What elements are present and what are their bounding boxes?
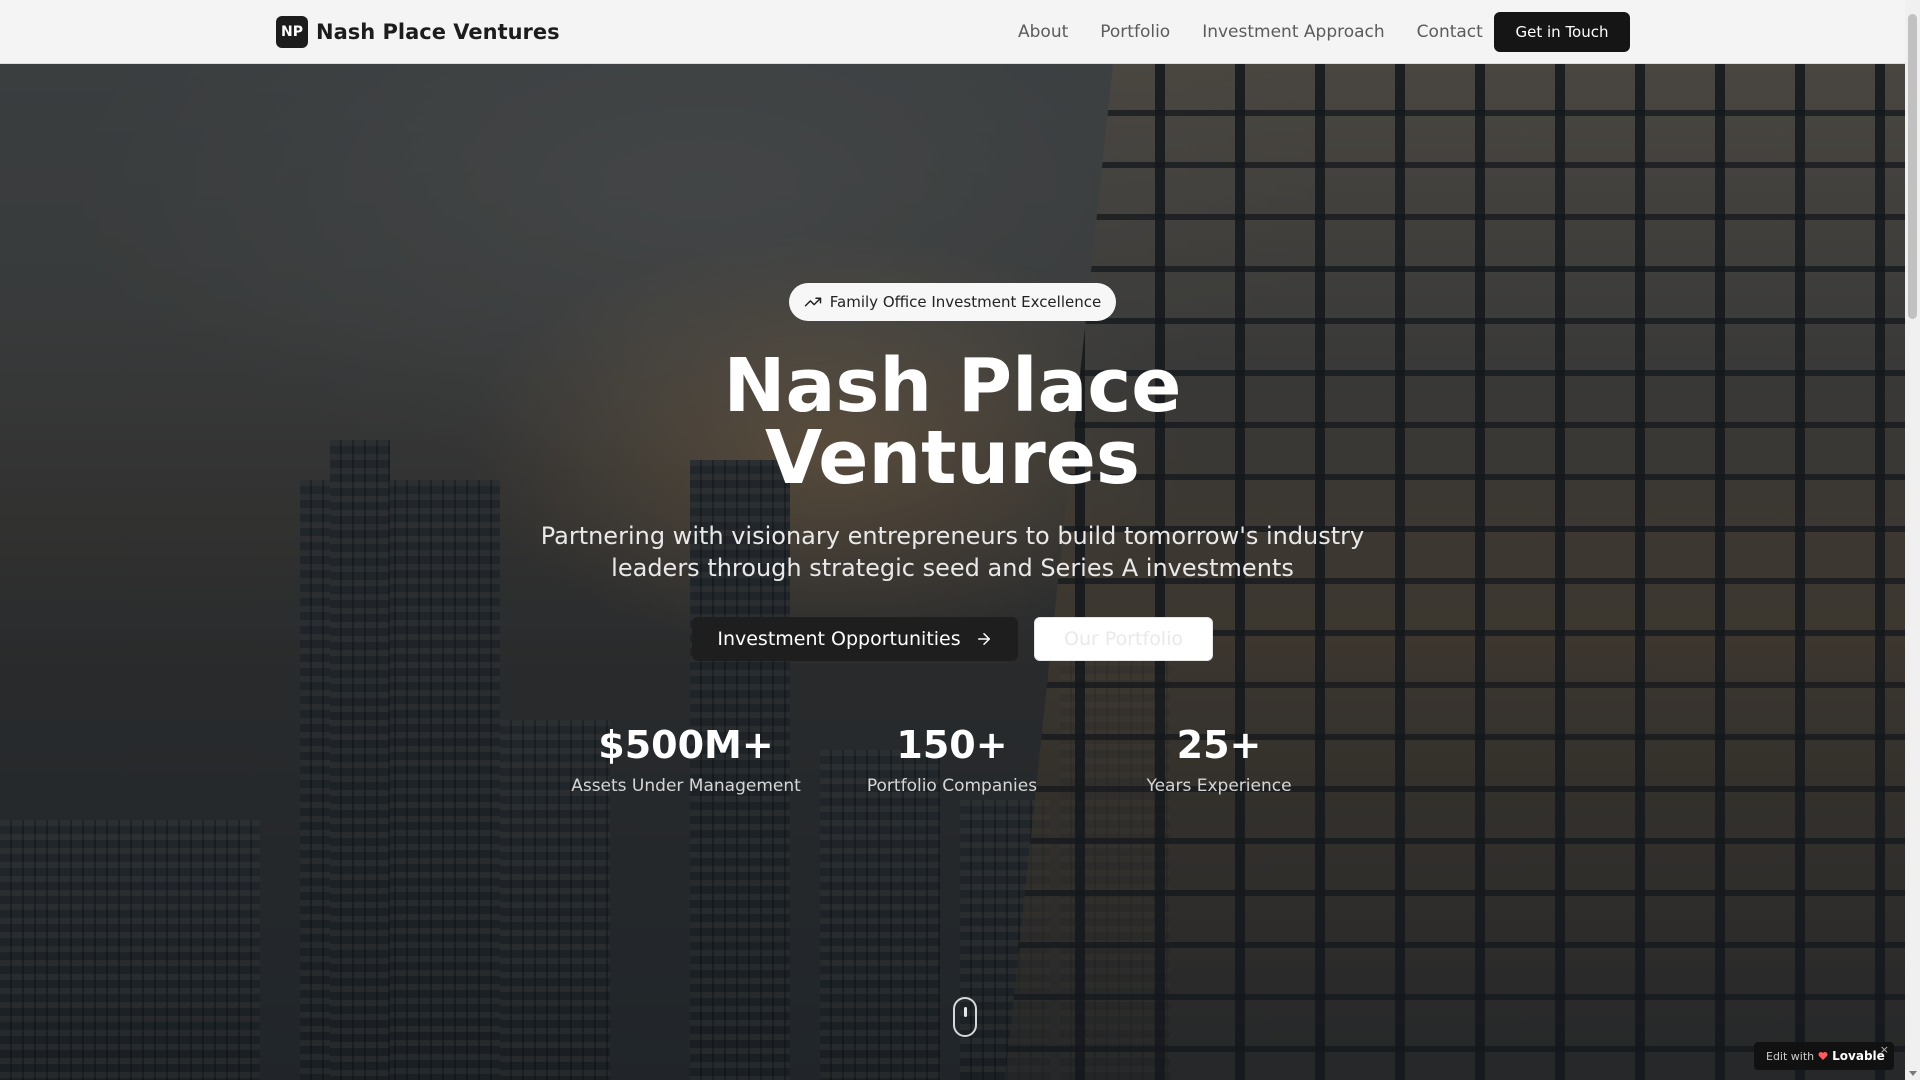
nav-link-contact[interactable]: Contact bbox=[1417, 22, 1483, 42]
stat-label: Assets Under Management bbox=[571, 776, 801, 796]
arrow-right-icon bbox=[977, 633, 990, 645]
stat-value: 150+ bbox=[896, 723, 1008, 767]
scroll-down-indicator[interactable] bbox=[953, 997, 977, 1037]
stat-label: Years Experience bbox=[1146, 776, 1292, 796]
hero-title-line-1: Nash Place bbox=[723, 343, 1182, 429]
nav-link-investment-approach[interactable]: Investment Approach bbox=[1202, 22, 1384, 42]
stat-value: 25+ bbox=[1176, 723, 1262, 767]
lovable-heart-icon bbox=[1818, 1052, 1828, 1060]
lovable-wordmark: Lovable bbox=[1832, 1049, 1885, 1063]
navbar: NP Nash Place Ventures About Portfolio I… bbox=[0, 0, 1905, 64]
stat-portfolio-companies: 150+ Portfolio Companies bbox=[822, 722, 1082, 796]
trending-up-icon bbox=[804, 297, 822, 307]
scroll-indicator-dot bbox=[964, 1007, 967, 1017]
logo-badge: NP bbox=[276, 16, 308, 48]
hero-content: Family Office Investment Excellence Nash… bbox=[0, 0, 1905, 1080]
close-icon[interactable]: × bbox=[1880, 1043, 1889, 1056]
stat-value: $500M+ bbox=[598, 723, 774, 767]
stat-assets: $500M+ Assets Under Management bbox=[556, 722, 816, 796]
stat-years-experience: 25+ Years Experience bbox=[1089, 722, 1349, 796]
hero-title: Nash Place Ventures bbox=[0, 343, 1905, 501]
nav-link-portfolio[interactable]: Portfolio bbox=[1100, 22, 1170, 42]
investment-opportunities-button[interactable]: Investment Opportunities bbox=[692, 617, 1018, 661]
tagline-text: Family Office Investment Excellence bbox=[829, 293, 1102, 311]
brand-logo[interactable]: NP Nash Place Ventures bbox=[276, 16, 560, 48]
page-scrollbar[interactable] bbox=[1905, 0, 1920, 1080]
edit-with-text: Edit with bbox=[1766, 1049, 1815, 1063]
scroll-down-arrow-icon[interactable] bbox=[1909, 1071, 1917, 1076]
our-portfolio-button[interactable]: Our Portfolio bbox=[1034, 617, 1213, 661]
stat-label: Portfolio Companies bbox=[866, 776, 1038, 796]
nav-links: About Portfolio Investment Approach Cont… bbox=[1018, 0, 1515, 64]
get-in-touch-button[interactable]: Get in Touch bbox=[1494, 12, 1630, 52]
hero-subtitle: Partnering with visionary entrepreneurs … bbox=[540, 522, 1365, 582]
investment-opportunities-label: Investment Opportunities bbox=[717, 628, 961, 650]
nav-link-about[interactable]: About bbox=[1018, 22, 1068, 42]
brand-name: Nash Place Ventures bbox=[316, 20, 560, 44]
tagline-pill: Family Office Investment Excellence bbox=[789, 283, 1116, 321]
hero-title-line-2: Ventures bbox=[765, 415, 1140, 501]
edit-with-lovable-badge[interactable]: Edit with Lovable × bbox=[1754, 1042, 1894, 1070]
scrollbar-thumb[interactable] bbox=[1908, 14, 1917, 319]
